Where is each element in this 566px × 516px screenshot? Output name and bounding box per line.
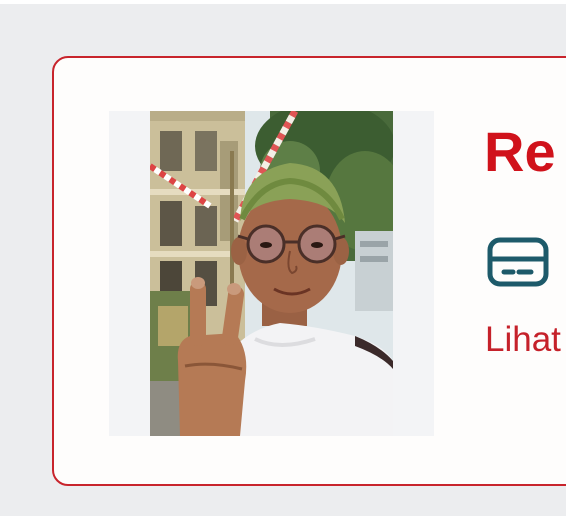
selfie-photo [150, 111, 393, 436]
photo-frame [109, 111, 434, 436]
view-link[interactable]: Lihat [485, 320, 561, 360]
card-title: Re [484, 120, 556, 183]
profile-card[interactable]: Re Lihat [52, 56, 566, 486]
credit-card-icon [487, 237, 549, 289]
top-strip [0, 0, 566, 4]
